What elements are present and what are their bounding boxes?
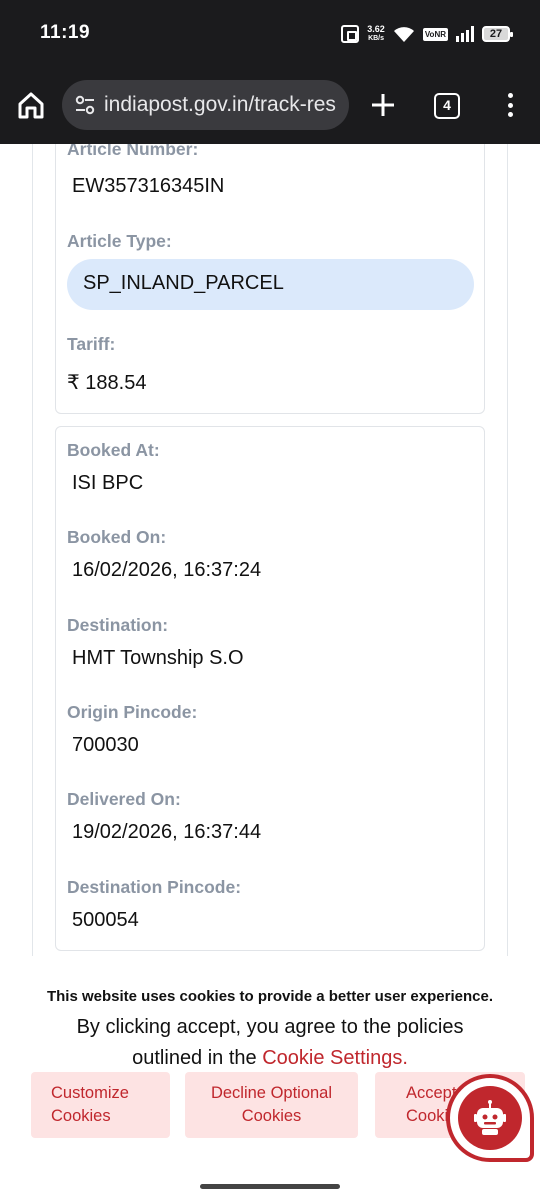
delivered-on: 19/02/2026, 16:37:44 xyxy=(72,821,262,843)
plus-icon[interactable] xyxy=(368,90,398,120)
status-icons: 3.62 KB/s VoNR 27 xyxy=(341,22,513,46)
customize-line-2: Cookies xyxy=(51,1107,111,1125)
decline-line-2: Cookies xyxy=(241,1107,302,1125)
origin-pincode: 700030 xyxy=(72,734,139,756)
browser-toolbar: indiapost.gov.in/track-res 4 xyxy=(0,68,540,144)
decline-line-1: Decline Optional xyxy=(210,1084,333,1102)
destination: HMT Township S.O xyxy=(72,647,244,669)
destination-label: Destination: xyxy=(67,615,169,635)
net-speed-unit: KB/s xyxy=(368,35,385,42)
chatbot-button[interactable] xyxy=(446,1074,534,1162)
article-number: EW357316345IN xyxy=(72,175,225,197)
status-bar: 11:19 3.62 KB/s VoNR 27 xyxy=(0,0,540,68)
tariff: ₹ 188.54 xyxy=(67,372,147,394)
net-speed: 3.62 KB/s xyxy=(367,25,385,43)
gesture-nav-handle[interactable] xyxy=(200,1184,340,1189)
booked-at: ISI BPC xyxy=(72,472,144,494)
battery-icon: 27 xyxy=(482,26,513,42)
tab-switcher-button[interactable]: 4 xyxy=(434,93,460,119)
more-vert-icon[interactable] xyxy=(498,90,522,120)
nfc-icon xyxy=(341,25,360,43)
chatbot-icon xyxy=(458,1086,522,1150)
destination-pincode: 500054 xyxy=(72,909,139,931)
destination-pincode-label: Destination Pincode: xyxy=(67,877,242,897)
cookie-title: This website uses cookies to provide a b… xyxy=(46,988,493,1005)
robot-icon xyxy=(474,1100,506,1135)
net-speed-value: 3.62 xyxy=(367,24,385,34)
booking-card: Booked At: ISI BPC Booked On: 16/02/2026… xyxy=(55,426,485,951)
vonr-badge: VoNR xyxy=(422,27,448,41)
article-number-label: Article Number: xyxy=(67,144,199,159)
cookie-settings-link[interactable]: Cookie Settings. xyxy=(262,1047,408,1069)
delivered-on-label: Delivered On: xyxy=(67,789,181,809)
site-settings-icon[interactable] xyxy=(74,94,96,116)
customize-line-1: Customize xyxy=(51,1084,129,1102)
article-type: SP_INLAND_PARCEL xyxy=(83,272,284,294)
booked-on: 16/02/2026, 16:37:24 xyxy=(72,559,262,581)
wifi-icon xyxy=(393,27,414,42)
booked-on-label: Booked On: xyxy=(67,527,167,547)
signal-icon xyxy=(456,26,474,42)
cookie-text: By clicking accept, you agree to the pol… xyxy=(40,1012,500,1074)
cookie-banner: This website uses cookies to provide a b… xyxy=(0,956,540,1200)
customize-cookies-button[interactable]: Customize Cookies xyxy=(31,1072,170,1138)
origin-pincode-label: Origin Pincode: xyxy=(67,702,198,722)
url-text[interactable]: indiapost.gov.in/track-res xyxy=(104,93,336,117)
status-time: 11:19 xyxy=(40,22,91,43)
article-type-label: Article Type: xyxy=(67,231,172,251)
tariff-label: Tariff: xyxy=(67,334,116,354)
booked-at-label: Booked At: xyxy=(67,440,160,460)
url-bar[interactable]: indiapost.gov.in/track-res xyxy=(62,80,349,130)
decline-optional-cookies-button[interactable]: Decline Optional Cookies xyxy=(185,1072,358,1138)
article-type-pill: SP_INLAND_PARCEL xyxy=(67,259,474,310)
home-icon[interactable] xyxy=(16,90,46,120)
article-card: Article Number: EW357316345IN Article Ty… xyxy=(55,144,485,414)
page-content: Article Number: EW357316345IN Article Ty… xyxy=(0,144,540,956)
